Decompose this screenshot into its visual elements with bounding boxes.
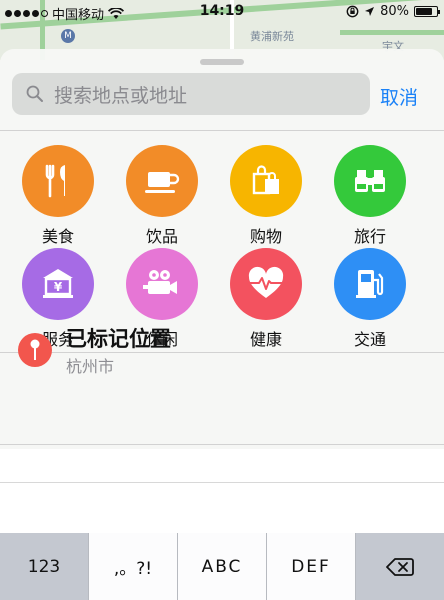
fork-knife-icon xyxy=(22,145,94,217)
coffee-cup-icon xyxy=(126,145,198,217)
category-label: 饮品 xyxy=(145,227,178,246)
fuel-pump-icon xyxy=(334,248,406,320)
category-health[interactable]: 健康 xyxy=(222,248,310,350)
divider xyxy=(0,130,444,131)
category-transport[interactable]: 交通 xyxy=(326,248,414,350)
category-label: 旅行 xyxy=(353,227,386,246)
sheet-grabber[interactable] xyxy=(200,59,244,65)
movie-camera-icon xyxy=(126,248,198,320)
search-input[interactable]: 搜索地点或地址 xyxy=(12,73,370,115)
shopping-bags-icon xyxy=(230,145,302,217)
svg-text:¥: ¥ xyxy=(54,280,63,294)
category-label: 健康 xyxy=(249,330,282,349)
category-label: 交通 xyxy=(353,330,386,349)
category-drinks[interactable]: 饮品 xyxy=(118,145,206,247)
binoculars-icon xyxy=(334,145,406,217)
cancel-button[interactable]: 取消 xyxy=(380,83,418,110)
key-abc[interactable]: ABC xyxy=(178,533,267,600)
search-placeholder: 搜索地点或地址 xyxy=(54,84,188,107)
key-123[interactable]: 123 xyxy=(0,533,89,600)
key-def[interactable]: DEF xyxy=(267,533,356,600)
category-shopping[interactable]: 购物 xyxy=(222,145,310,247)
category-travel[interactable]: 旅行 xyxy=(326,145,414,247)
marked-location-title: 已标记位置 xyxy=(66,327,171,351)
battery-percent: 80% xyxy=(380,4,409,19)
category-food[interactable]: 美食 xyxy=(14,145,102,247)
battery-icon xyxy=(414,6,440,17)
bank-icon: ¥ xyxy=(22,248,94,320)
map-label: 黄浦新苑 xyxy=(250,30,294,43)
keyboard: 123 ,。?! ABC DEF xyxy=(0,533,444,600)
results-area xyxy=(0,449,444,533)
backspace-icon xyxy=(386,557,414,576)
divider xyxy=(0,444,444,445)
search-icon xyxy=(26,85,43,102)
metro-icon: M xyxy=(61,29,75,43)
key-punctuation[interactable]: ,。?! xyxy=(89,533,178,600)
heart-pulse-icon xyxy=(230,248,302,320)
search-sheet: 搜索地点或地址 取消 美食 饮品 购物 旅行 ¥ 服务 休闲 健康 交通 已标记… xyxy=(0,49,444,449)
divider xyxy=(0,482,444,483)
pin-icon xyxy=(18,333,52,367)
marked-location-subtitle: 杭州市 xyxy=(66,357,115,376)
status-bar: 中国移动 14:19 80% xyxy=(0,0,444,24)
rotation-lock-icon xyxy=(346,5,359,18)
delete-key[interactable] xyxy=(356,533,444,600)
location-arrow-icon xyxy=(365,7,375,16)
category-label: 购物 xyxy=(249,227,282,246)
category-label: 美食 xyxy=(41,227,74,246)
